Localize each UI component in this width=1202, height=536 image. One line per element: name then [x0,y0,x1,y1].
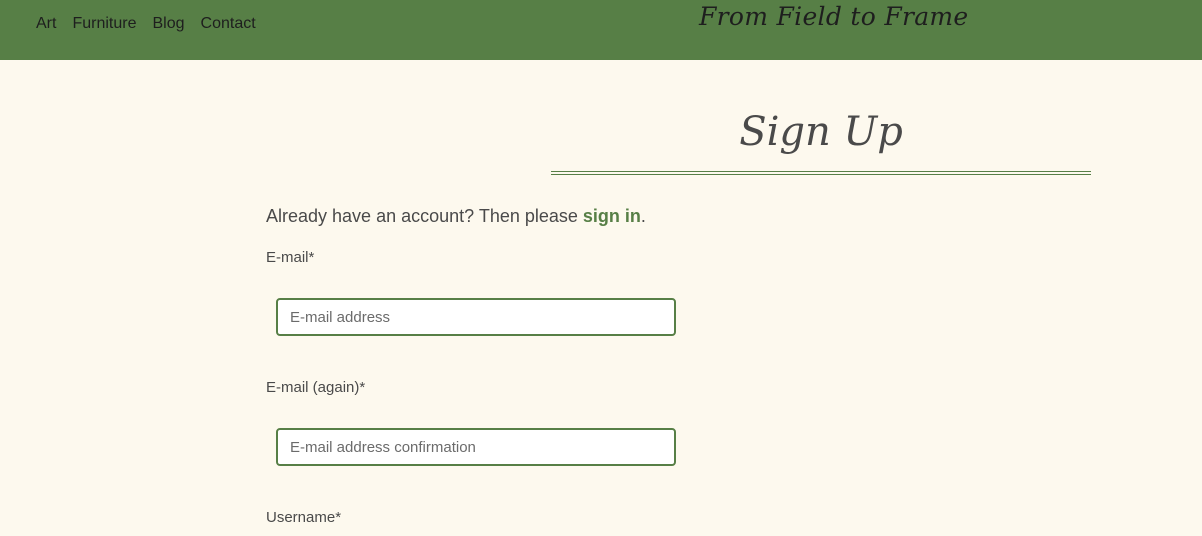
signin-prompt-period: . [640,206,646,226]
nav-link-art[interactable]: Art [36,14,56,34]
main-nav: Art Furniture Blog Contact [36,14,272,34]
email-field[interactable] [276,298,676,336]
nav-link-furniture[interactable]: Furniture [72,14,136,34]
username-label: Username* [266,509,342,526]
page-title: Sign Up [739,109,903,155]
nav-link-contact[interactable]: Contact [201,14,256,34]
site-logo-text[interactable]: From Field to Frame [699,2,969,31]
email-again-label: E-mail (again)* [266,379,366,396]
title-divider [551,171,1091,175]
nav-link-blog[interactable]: Blog [152,14,184,34]
sign-in-link[interactable]: sign in [583,206,641,226]
site-header: Art Furniture Blog Contact From Field to… [0,0,1202,60]
signin-prompt: Already have an account? Then please sig… [266,204,646,228]
email-label: E-mail* [266,249,315,266]
signin-prompt-text: Already have an account? Then please [266,206,583,226]
email-confirmation-field[interactable] [276,428,676,466]
